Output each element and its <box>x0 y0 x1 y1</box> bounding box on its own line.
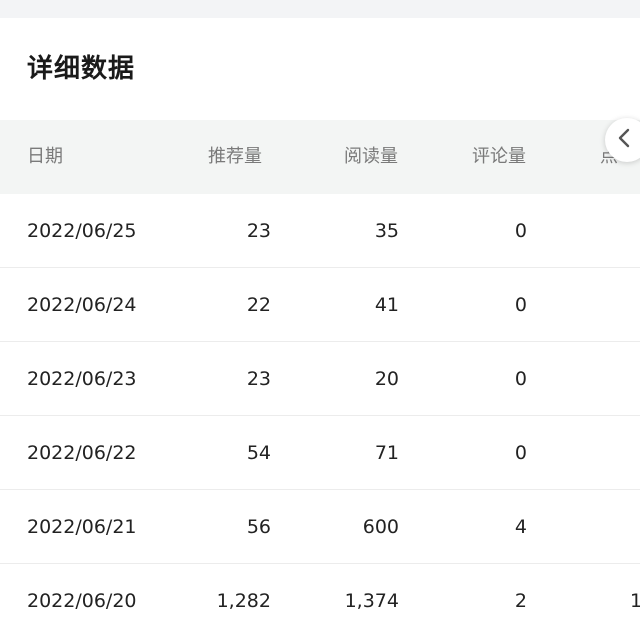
cell-read: 600 <box>362 516 399 538</box>
table-row: 2022/06/23 23 20 0 <box>0 342 640 416</box>
table-row: 2022/06/22 54 71 0 <box>0 416 640 490</box>
cell-comment: 0 <box>514 220 527 242</box>
cell-comment: 0 <box>514 294 527 316</box>
cell-recommend: 54 <box>246 442 271 464</box>
section-title: 详细数据 <box>27 54 136 84</box>
cell-recommend: 22 <box>246 294 271 316</box>
cell-comment: 2 <box>514 590 527 612</box>
header-read: 阅读量 <box>344 146 398 167</box>
top-strip <box>0 0 640 18</box>
chevron-left-icon <box>617 128 631 152</box>
cell-recommend: 1,282 <box>216 590 271 612</box>
table-header: 日期 推荐量 阅读量 评论量 点 <box>0 120 640 194</box>
cell-comment: 4 <box>514 516 527 538</box>
cell-recommend: 23 <box>246 220 271 242</box>
cell-date: 2022/06/22 <box>27 442 137 464</box>
cell-read: 1,374 <box>344 590 399 612</box>
cell-date: 2022/06/23 <box>27 368 137 390</box>
cell-read: 41 <box>374 294 399 316</box>
table-row: 2022/06/24 22 41 0 <box>0 268 640 342</box>
header-comment: 评论量 <box>472 146 526 167</box>
cell-comment: 0 <box>514 442 527 464</box>
cell-recommend: 56 <box>246 516 271 538</box>
cell-read: 20 <box>374 368 399 390</box>
cell-date: 2022/06/24 <box>27 294 137 316</box>
cell-date: 2022/06/21 <box>27 516 137 538</box>
detail-data-card: 详细数据 日期 推荐量 阅读量 评论量 点 2022/06/25 23 35 0… <box>0 18 640 628</box>
cell-read: 35 <box>374 220 399 242</box>
cell-date: 2022/06/25 <box>27 220 137 242</box>
header-date: 日期 <box>27 146 63 167</box>
cell-date: 2022/06/20 <box>27 590 137 612</box>
cell-read: 71 <box>374 442 399 464</box>
table-row: 2022/06/21 56 600 4 <box>0 490 640 564</box>
cell-recommend: 23 <box>246 368 271 390</box>
table-row: 2022/06/20 1,282 1,374 2 1 <box>0 564 640 628</box>
page: 详细数据 日期 推荐量 阅读量 评论量 点 2022/06/25 23 35 0… <box>0 0 640 628</box>
table-row: 2022/06/25 23 35 0 <box>0 194 640 268</box>
header-recommend: 推荐量 <box>208 146 262 167</box>
cell-comment: 0 <box>514 368 527 390</box>
cell-more: 1 <box>630 590 640 612</box>
